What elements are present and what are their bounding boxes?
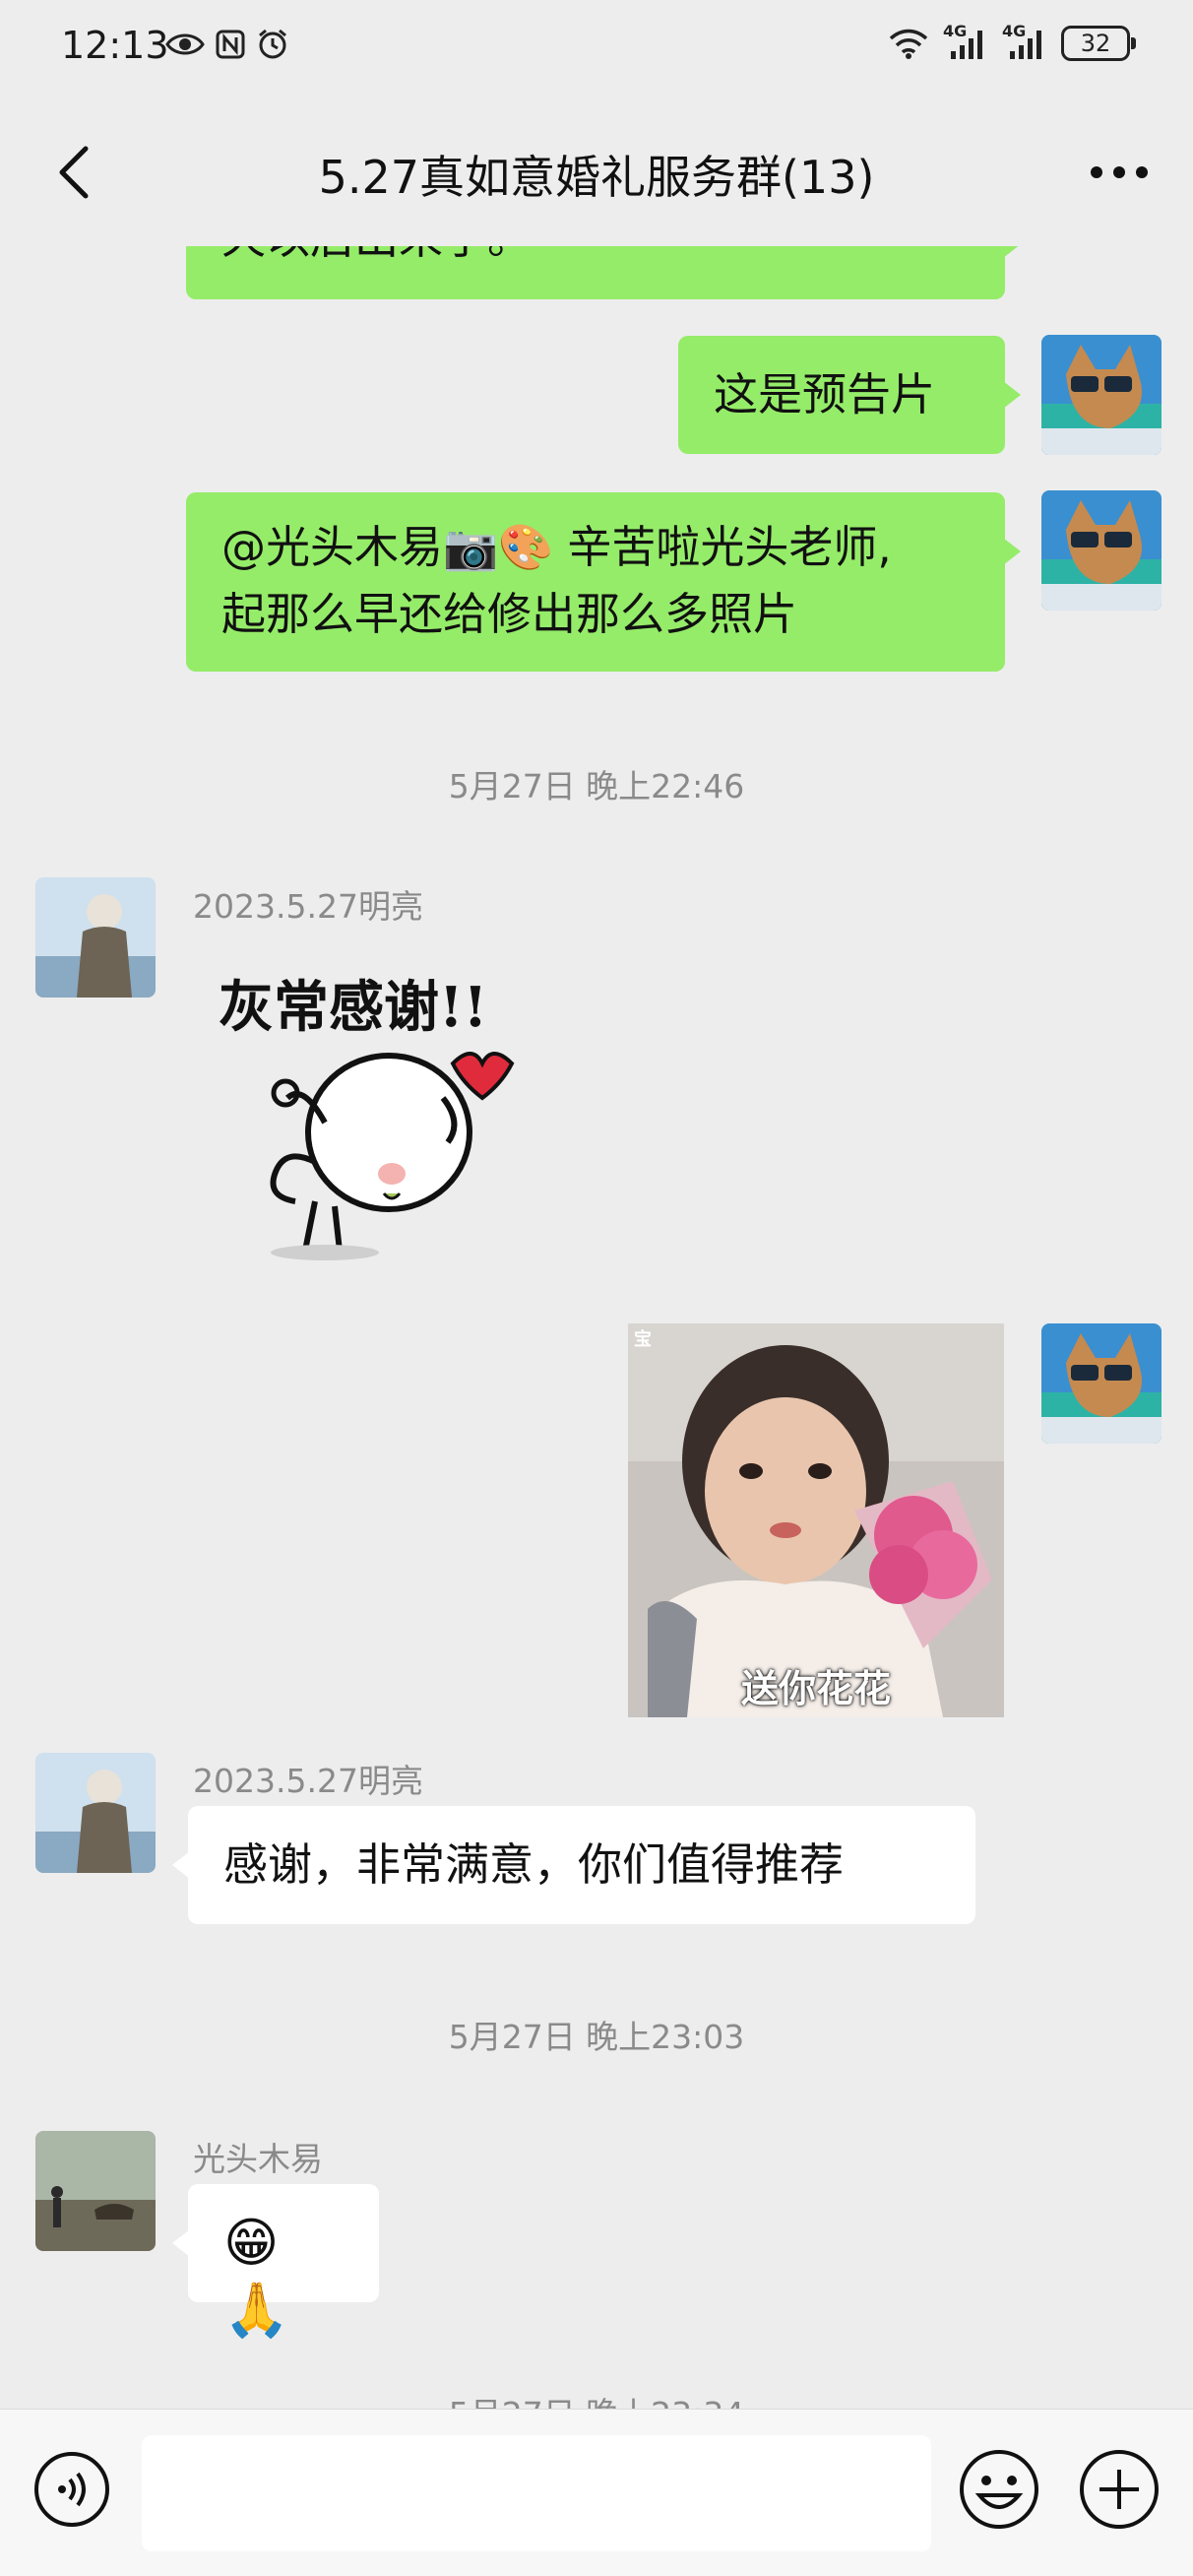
sender-name: 光头木易 [193, 2140, 323, 2178]
signal-1: 4G [943, 22, 988, 61]
my-avatar[interactable] [1041, 335, 1162, 455]
message-list[interactable]: 天以后出来了。 这是预告片 @光头木易📷🎨 辛苦啦光头老师, 起那么早还给修出那… [0, 226, 1193, 2409]
member-avatar[interactable] [35, 877, 156, 998]
my-avatar[interactable] [1041, 490, 1162, 611]
photo-sticker[interactable]: 宝 送你花花 [628, 1323, 1004, 1717]
wifi-icon [889, 29, 928, 59]
message-text: 这是预告片 [714, 368, 936, 420]
timestamp: 5月27日 晚上23:03 [448, 2018, 745, 2056]
avatar-landscape-image [35, 2131, 156, 2251]
chat-header: 5.27真如意婚礼服务群(13) [0, 98, 1193, 246]
member-avatar[interactable] [35, 2131, 156, 2251]
plus-button[interactable] [1077, 2447, 1162, 2532]
message-text-line-1: @光头木易📷🎨 辛苦啦光头老师, [221, 521, 892, 573]
status-icons-right: 4G 4G 32 [888, 22, 1136, 61]
message-bubble[interactable]: 感谢，非常满意，你们值得推荐 [172, 1806, 975, 1924]
more-dots-icon [1091, 166, 1148, 178]
message-text: 感谢，非常满意，你们值得推荐 [223, 1838, 845, 1891]
message-bubble[interactable]: 😁🙏 [172, 2184, 379, 2341]
status-time: 12:13 [61, 24, 169, 67]
more-button[interactable] [1075, 138, 1163, 207]
timestamp: 5月27日 晚上22:46 [448, 767, 745, 805]
avatar-cat-image [1041, 490, 1162, 611]
watermark-label: 宝 [634, 1329, 652, 1350]
plus-icon [1080, 2450, 1159, 2529]
sender-name: 2023.5.27明亮 [193, 1762, 423, 1800]
timestamp: 5月27日 晚上23:34 [0, 2388, 1193, 2409]
emoji-button[interactable] [957, 2447, 1041, 2532]
message-text-line-2: 起那么早还给修出那么多照片 [221, 588, 798, 640]
sticker-caption: 送你花花 [740, 1667, 891, 1710]
status-bar: 12:13 4G 4G 32 [0, 0, 1193, 98]
eye-icon [165, 33, 205, 55]
avatar-person-image [35, 1753, 156, 1873]
chat-title: 5.27真如意婚礼服务群(13) [318, 151, 875, 204]
voice-icon [34, 2452, 109, 2527]
message-bubble[interactable]: @光头木易📷🎨 辛苦啦光头老师, 起那么早还给修出那么多照片 [186, 492, 1021, 672]
nfc-icon [216, 30, 245, 59]
signal-2: 4G [1002, 22, 1047, 61]
avatar-cat-image [1041, 1323, 1162, 1444]
avatar-cat-image [1041, 335, 1162, 455]
avatar-person-image [35, 877, 156, 998]
thank-you-sticker[interactable]: 灰常感谢!! [197, 935, 541, 1280]
my-avatar[interactable] [1041, 1323, 1162, 1444]
signal-bars-icon [1010, 31, 1041, 59]
message-bubble[interactable]: 这是预告片 [678, 336, 1021, 454]
member-avatar[interactable] [35, 1753, 156, 1873]
alarm-icon [259, 29, 286, 59]
status-icons-left [165, 28, 289, 61]
sender-name: 2023.5.27明亮 [193, 887, 423, 926]
signal-bars-icon [951, 31, 982, 59]
voice-button[interactable] [30, 2447, 114, 2532]
battery-icon: 32 [1061, 26, 1136, 61]
bunny-sticker-image [270, 1052, 515, 1260]
chat-screen: 12:13 4G 4G 32 5.27真如意婚礼服务群(13) 这是预告片 @光… [0, 0, 1193, 2576]
emoji-icon [960, 2450, 1038, 2529]
message-emoji: 😁🙏 [223, 2212, 290, 2341]
message-input[interactable] [142, 2435, 931, 2551]
input-bar [0, 2409, 1193, 2576]
